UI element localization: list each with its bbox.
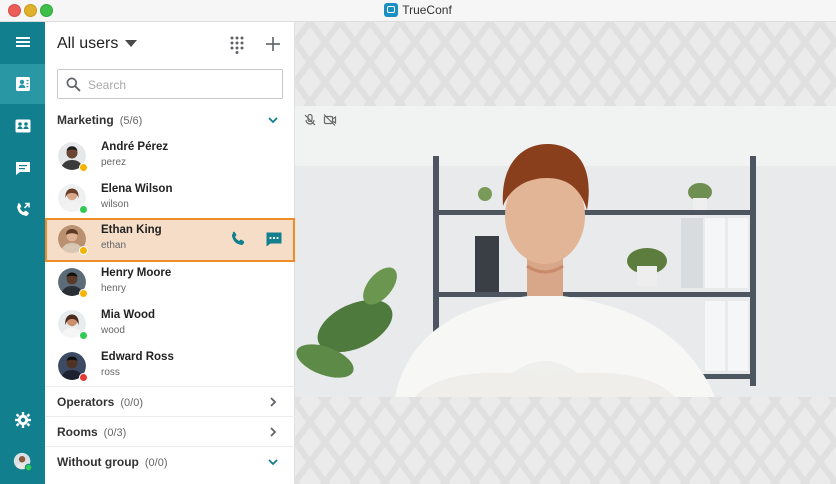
group-name: Marketing (5/6) xyxy=(57,113,142,127)
title-bar: TrueConf xyxy=(0,0,836,22)
avatar xyxy=(58,310,88,340)
call-icon[interactable] xyxy=(228,229,248,249)
contact-row-selected[interactable]: Ethan King ethan xyxy=(45,218,295,262)
camera-off-icon xyxy=(323,114,337,126)
window-title: TrueConf xyxy=(402,3,452,17)
chat-icon xyxy=(15,162,30,175)
group-count: (0/0) xyxy=(120,397,143,409)
contact-row[interactable]: Henry Moore henry xyxy=(45,261,295,303)
menu-button[interactable] xyxy=(0,22,45,62)
chevron-right-icon[interactable] xyxy=(267,426,279,438)
contact-row[interactable]: Mia Wood wood xyxy=(45,303,295,345)
my-profile-button[interactable] xyxy=(0,442,45,482)
participant-video xyxy=(295,106,836,397)
chevron-right-icon[interactable] xyxy=(267,396,279,408)
group-name: Operators (0/0) xyxy=(57,395,143,409)
settings-button[interactable] xyxy=(0,400,45,440)
rail-item-chats[interactable] xyxy=(0,148,45,188)
address-book-icon xyxy=(15,77,30,91)
group-label: Operators xyxy=(57,395,115,409)
contact-row[interactable]: André Pérez perez xyxy=(45,135,295,177)
add-contact-icon[interactable] xyxy=(263,34,283,54)
group-count: (5/6) xyxy=(119,115,143,127)
group-marketing[interactable]: Marketing (5/6) xyxy=(45,105,295,135)
rail-item-call-history[interactable] xyxy=(0,190,45,230)
avatar xyxy=(58,184,88,214)
avatar xyxy=(58,142,88,172)
contact-login: wood xyxy=(101,325,125,336)
contact-name: Henry Moore xyxy=(101,267,172,279)
contact-login: ross xyxy=(101,367,120,378)
status-busy xyxy=(79,373,88,382)
status-online xyxy=(79,331,88,340)
conference-icon xyxy=(15,119,30,133)
remote-video-feed[interactable] xyxy=(295,106,836,397)
group-name: Rooms (0/3) xyxy=(57,425,126,439)
contact-login: perez xyxy=(101,157,127,168)
chevron-down-icon[interactable] xyxy=(267,456,279,468)
group-name: Without group (0/0) xyxy=(57,455,168,469)
search-icon xyxy=(66,77,81,92)
group-label: Without group xyxy=(57,455,139,469)
group-count: (0/0) xyxy=(144,457,168,469)
contact-login: ethan xyxy=(101,240,127,251)
status-away xyxy=(79,163,88,172)
contacts-filter-title[interactable]: All users xyxy=(57,35,118,53)
message-icon[interactable] xyxy=(264,229,284,249)
trueconf-logo-icon xyxy=(384,3,399,17)
contact-row[interactable]: Edward Ross ross xyxy=(45,345,295,387)
contact-name: André Pérez xyxy=(101,141,169,153)
status-online xyxy=(79,205,88,214)
group-operators[interactable]: Operators (0/0) xyxy=(45,386,295,416)
window-title-wrap: TrueConf xyxy=(0,3,836,17)
contact-name: Ethan King xyxy=(101,224,162,236)
avatar xyxy=(58,268,88,298)
search-input[interactable] xyxy=(88,75,273,95)
search-box xyxy=(57,69,283,99)
contact-login: henry xyxy=(101,283,127,294)
status-away xyxy=(79,246,88,255)
rail-item-conferences[interactable] xyxy=(0,106,45,146)
avatar xyxy=(58,352,88,382)
avatar xyxy=(58,225,88,255)
group-label: Rooms xyxy=(57,425,98,439)
status-away xyxy=(79,289,88,298)
dialpad-icon[interactable] xyxy=(227,34,247,54)
group-label: Marketing xyxy=(57,113,114,127)
navigation-rail xyxy=(0,22,45,484)
call-history-icon xyxy=(16,202,30,216)
contacts-panel: All users Marketing (5/6) André Pérez per… xyxy=(45,22,295,484)
contact-row[interactable]: Elena Wilson wilson xyxy=(45,177,295,219)
contact-name: Mia Wood xyxy=(101,309,156,321)
video-area xyxy=(295,22,836,484)
chevron-down-icon[interactable] xyxy=(267,114,279,126)
microphone-off-icon xyxy=(304,113,316,126)
contact-login: wilson xyxy=(101,199,129,210)
menu-icon xyxy=(15,37,30,47)
rail-item-contacts[interactable] xyxy=(0,64,45,104)
contact-name: Edward Ross xyxy=(101,351,174,363)
user-avatar xyxy=(13,452,32,472)
group-count: (0/3) xyxy=(103,427,127,439)
group-without-group[interactable]: Without group (0/0) xyxy=(45,446,295,476)
gear-icon xyxy=(14,412,31,428)
group-rooms[interactable]: Rooms (0/3) xyxy=(45,416,295,446)
contacts-header: All users xyxy=(45,22,295,66)
caret-down-icon[interactable] xyxy=(125,40,137,47)
contact-name: Elena Wilson xyxy=(101,183,173,195)
